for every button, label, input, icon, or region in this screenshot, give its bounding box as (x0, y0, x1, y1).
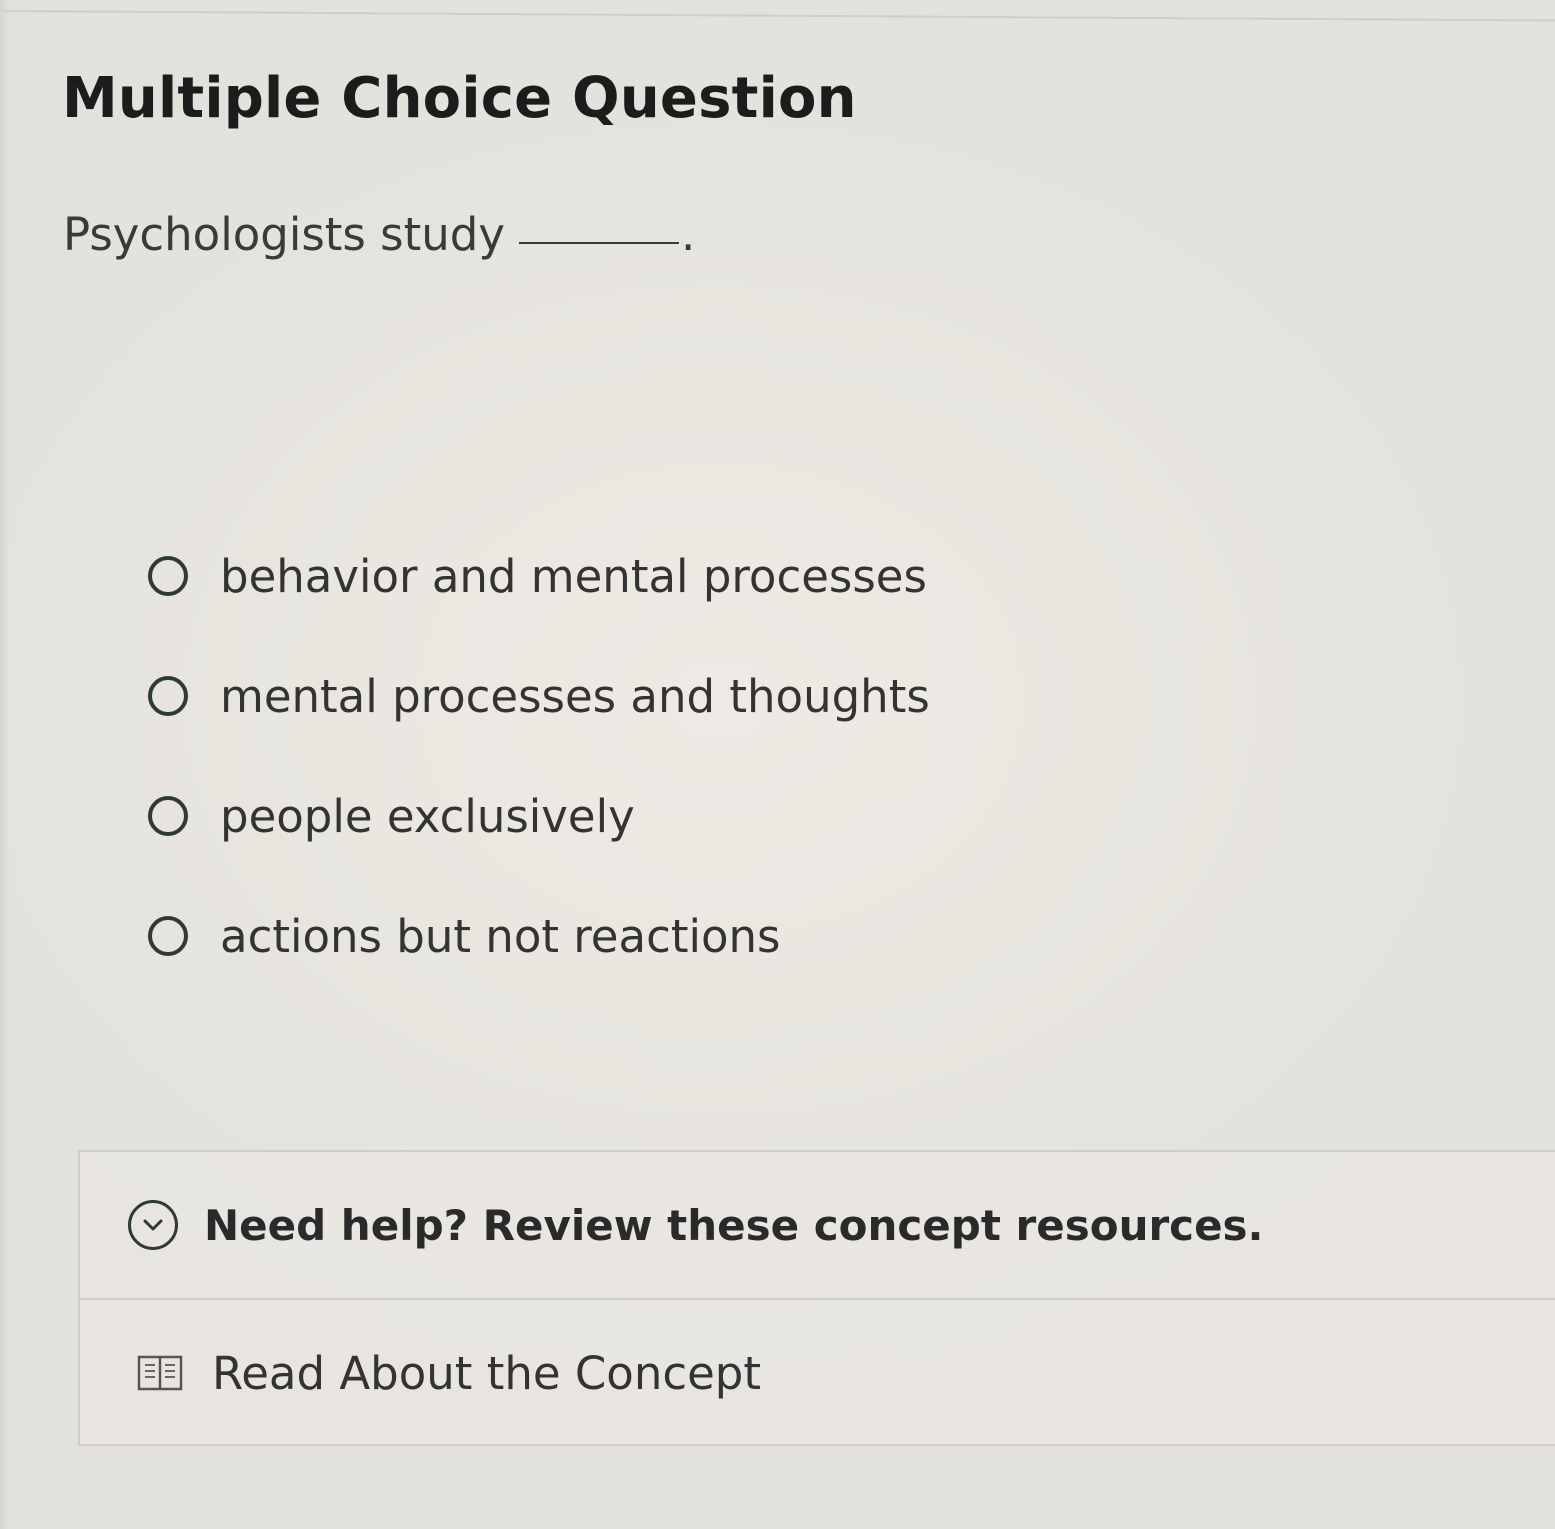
answer-blank (518, 242, 679, 244)
answer-option-label: people exclusively (220, 789, 635, 843)
concept-resources-title: Need help? Review these concept resource… (204, 1200, 1264, 1250)
answer-options: behavior and mental processes mental pro… (148, 516, 1048, 996)
answer-option-label: mental processes and thoughts (220, 669, 930, 723)
radio-button-icon[interactable] (148, 556, 188, 596)
answer-option-4[interactable]: actions but not reactions (148, 876, 1048, 996)
read-about-concept-link[interactable]: Read About the Concept (80, 1300, 1555, 1446)
answer-option-1[interactable]: behavior and mental processes (148, 516, 1048, 636)
answer-option-label: actions but not reactions (220, 909, 781, 963)
concept-resources-panel: Need help? Review these concept resource… (78, 1150, 1555, 1446)
question-type-heading: Multiple Choice Question (62, 66, 857, 131)
screen: Multiple Choice Question Psychologists s… (0, 0, 1555, 1529)
radio-button-icon[interactable] (148, 796, 188, 836)
top-divider (0, 10, 1555, 22)
left-edge-shadow (0, 0, 10, 1529)
read-about-concept-label: Read About the Concept (212, 1346, 761, 1400)
question-prompt-end: . (680, 208, 696, 261)
radio-button-icon[interactable] (148, 916, 188, 956)
answer-option-2[interactable]: mental processes and thoughts (148, 636, 1048, 756)
answer-option-3[interactable]: people exclusively (148, 756, 1048, 876)
question-prompt: Psychologists study . (63, 208, 695, 261)
radio-button-icon[interactable] (148, 676, 188, 716)
chevron-down-icon[interactable] (128, 1200, 178, 1250)
concept-resources-toggle[interactable]: Need help? Review these concept resource… (80, 1152, 1555, 1300)
answer-option-label: behavior and mental processes (220, 549, 927, 603)
book-icon (136, 1353, 184, 1393)
question-prompt-text: Psychologists study (63, 208, 505, 261)
